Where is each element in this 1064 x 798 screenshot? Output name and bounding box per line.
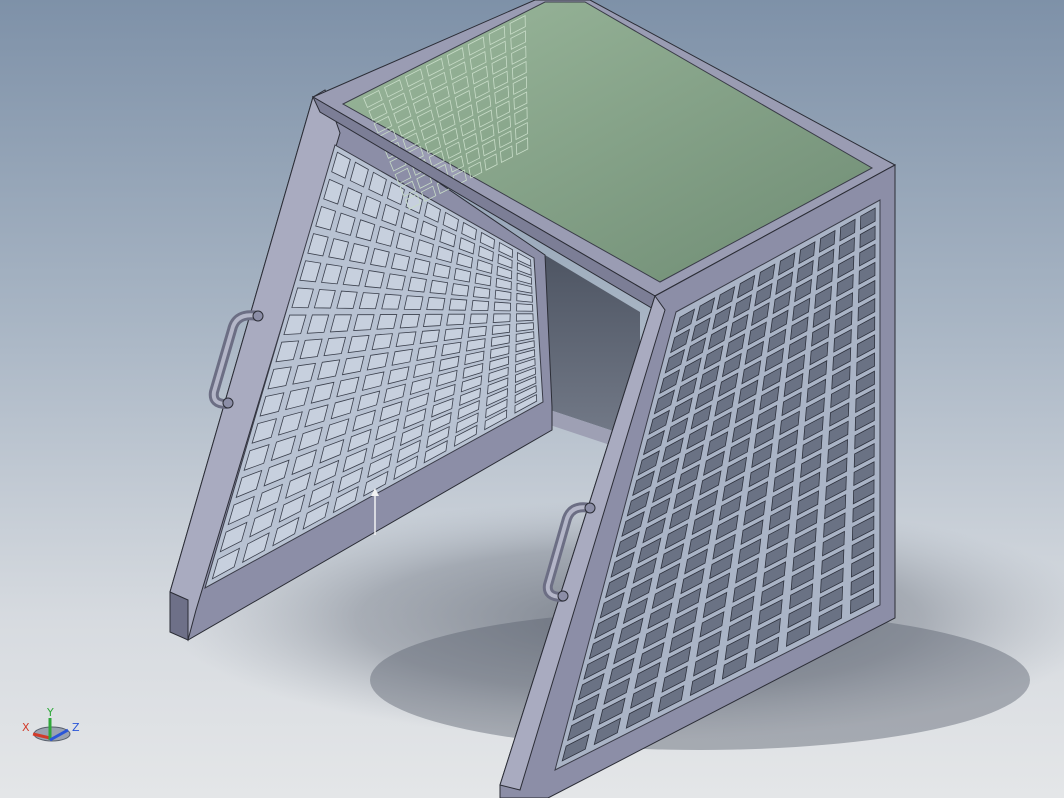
mesh-hole bbox=[429, 279, 449, 295]
mesh-hole bbox=[407, 276, 427, 293]
triad-x-label: X bbox=[22, 721, 30, 734]
mesh-hole bbox=[516, 303, 534, 312]
mesh-hole bbox=[472, 286, 491, 299]
mesh-hole bbox=[371, 333, 393, 351]
mesh-hole bbox=[403, 295, 424, 310]
mesh-hole bbox=[376, 314, 398, 330]
triad-y-label: Y bbox=[46, 706, 54, 719]
mesh-hole bbox=[390, 252, 411, 272]
mesh-hole bbox=[395, 331, 417, 348]
mesh-hole bbox=[381, 293, 402, 310]
mesh-hole bbox=[448, 298, 468, 311]
cage-model[interactable]: X Y Z bbox=[0, 0, 1064, 798]
mesh-hole bbox=[443, 327, 464, 341]
3d-viewport[interactable]: X Y Z bbox=[0, 0, 1064, 798]
mesh-hole bbox=[469, 313, 488, 325]
mesh-hole bbox=[353, 314, 375, 332]
triad-z-label: Z bbox=[72, 721, 80, 734]
mesh-hole bbox=[516, 313, 534, 322]
mesh-hole bbox=[492, 313, 511, 323]
orientation-triad[interactable]: X Y Z bbox=[22, 706, 80, 742]
mesh-hole bbox=[426, 296, 446, 311]
mesh-hole bbox=[422, 313, 443, 327]
mesh-hole bbox=[467, 325, 487, 338]
mesh-hole bbox=[451, 283, 470, 297]
mesh-hole bbox=[386, 273, 406, 291]
left-foot bbox=[169, 591, 189, 641]
mesh-hole bbox=[419, 329, 440, 344]
mesh-hole bbox=[446, 313, 466, 326]
mesh-hole bbox=[493, 301, 512, 312]
mesh-hole bbox=[471, 300, 490, 311]
mesh-hole bbox=[399, 313, 420, 329]
